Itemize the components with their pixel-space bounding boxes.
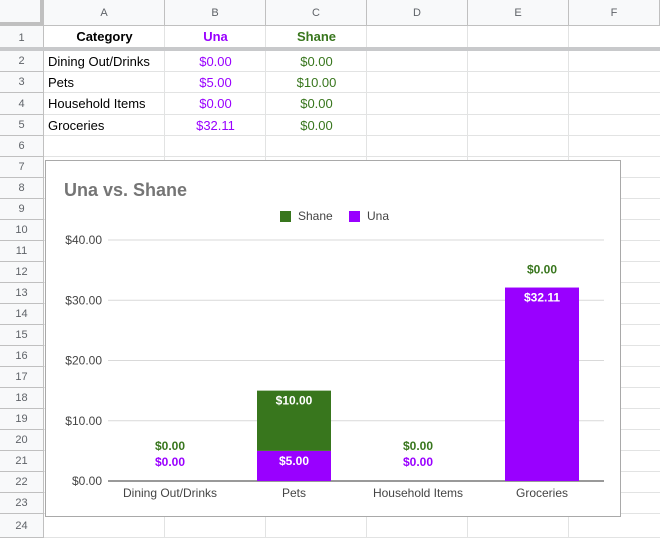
row-header-4[interactable]: 4 (0, 93, 44, 115)
row-header-7[interactable]: 7 (0, 157, 44, 178)
x-tick-label: Household Items (373, 486, 463, 500)
data-label-shane: $0.00 (403, 439, 433, 453)
stacked-bar-chart[interactable]: Una vs. Shane $0.00 $10.00 $20.00 $30.00 $40… (45, 160, 621, 517)
row-header-24[interactable]: 24 (0, 514, 44, 538)
row-header-2[interactable]: 2 (0, 51, 44, 72)
select-all-corner[interactable] (0, 0, 44, 26)
y-tick-label: $40.00 (65, 233, 102, 247)
row-header-11[interactable]: 11 (0, 241, 44, 262)
row-header-8[interactable]: 8 (0, 178, 44, 199)
row-header-18[interactable]: 18 (0, 388, 44, 409)
column-header-b[interactable]: B (165, 0, 266, 26)
legend-label-una: Una (367, 209, 389, 223)
legend-label-shane: Shane (298, 209, 333, 223)
cell-a2[interactable]: Dining Out/Drinks (44, 51, 165, 72)
data-label-shane: $0.00 (155, 439, 185, 453)
chart-canvas: Una vs. Shane $0.00 $10.00 $20.00 $30.00 $40… (64, 180, 604, 500)
cell-a4[interactable]: Household Items (44, 93, 165, 114)
row-header-23[interactable]: 23 (0, 493, 44, 514)
x-tick-label: Groceries (516, 486, 568, 500)
cell-c1[interactable]: Shane (266, 26, 367, 47)
legend-swatch-una (349, 211, 360, 222)
cell-b5[interactable]: $32.11 (165, 115, 266, 136)
row-header-16[interactable]: 16 (0, 346, 44, 367)
cell-a3[interactable]: Pets (44, 72, 165, 93)
data-label-una: $5.00 (279, 454, 309, 468)
spreadsheet: ABCDEF 1 2 3 4 5 6 7 8 9 10 11 12 13 14 15 16 17 18 19 20 21… (0, 0, 660, 538)
row-header-3[interactable]: 3 (0, 72, 44, 93)
data-label-shane: $10.00 (276, 394, 313, 408)
cell-c5[interactable]: $0.00 (266, 115, 367, 136)
x-tick-label: Dining Out/Drinks (123, 486, 217, 500)
row-header-20[interactable]: 20 (0, 430, 44, 451)
x-tick-label: Pets (282, 486, 306, 500)
column-header-d[interactable]: D (367, 0, 468, 26)
legend-swatch-shane (280, 211, 291, 222)
cell-b1[interactable]: Una (165, 26, 266, 47)
cell-a1[interactable]: Category (44, 26, 165, 47)
cell-b4[interactable]: $0.00 (165, 93, 266, 114)
data-label-una: $32.11 (524, 291, 560, 305)
row-header-12[interactable]: 12 (0, 262, 44, 283)
row-header-21[interactable]: 21 (0, 451, 44, 472)
cell-c4[interactable]: $0.00 (266, 93, 367, 114)
row-header-22[interactable]: 22 (0, 472, 44, 493)
data-label-una: $0.00 (403, 455, 433, 469)
row-header-15[interactable]: 15 (0, 325, 44, 346)
cell-b2[interactable]: $0.00 (165, 51, 266, 72)
row-header-19[interactable]: 19 (0, 409, 44, 430)
chart-title: Una vs. Shane (64, 180, 187, 200)
y-tick-label: $10.00 (65, 414, 102, 428)
cell-c3[interactable]: $10.00 (266, 72, 367, 93)
column-header-f[interactable]: F (569, 0, 660, 26)
column-header-e[interactable]: E (468, 0, 569, 26)
row-header-17[interactable]: 17 (0, 367, 44, 388)
data-label-shane: $0.00 (527, 263, 557, 277)
column-header-c[interactable]: C (266, 0, 367, 26)
y-tick-label: $0.00 (72, 474, 102, 488)
row-header-10[interactable]: 10 (0, 220, 44, 241)
row-header-9[interactable]: 9 (0, 199, 44, 220)
cell-c2[interactable]: $0.00 (266, 51, 367, 72)
column-header-a[interactable]: A (44, 0, 165, 26)
y-tick-label: $20.00 (65, 354, 102, 368)
y-tick-label: $30.00 (65, 293, 102, 307)
row-header-5[interactable]: 5 (0, 115, 44, 136)
cell-b3[interactable]: $5.00 (165, 72, 266, 93)
row-header-14[interactable]: 14 (0, 304, 44, 325)
bar-una-3 (505, 287, 579, 481)
row-header-6[interactable]: 6 (0, 136, 44, 157)
data-label-una: $0.00 (155, 455, 185, 469)
cell-a5[interactable]: Groceries (44, 115, 165, 136)
row-header-13[interactable]: 13 (0, 283, 44, 304)
